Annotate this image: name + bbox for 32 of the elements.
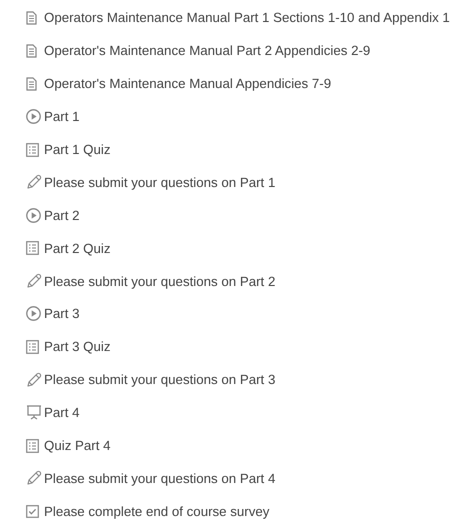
activity-link[interactable]: Part 1 <box>44 109 80 124</box>
activity-link[interactable]: Please submit your questions on Part 3 <box>44 372 276 388</box>
pencil-icon <box>26 470 42 486</box>
activity-link[interactable]: Please submit your questions on Part 2 <box>44 274 276 289</box>
checkbox-icon <box>26 504 39 518</box>
activity-link[interactable]: Please submit your questions on Part 1 <box>44 174 276 190</box>
checklist-icon <box>26 241 39 256</box>
activity-link[interactable]: Operator's Maintenance Manual Part 2 Appendicies 2-9 <box>44 43 370 58</box>
pencil-icon <box>26 273 42 290</box>
activity-link[interactable]: Part 3 Quiz <box>44 339 111 354</box>
pencil-icon <box>26 372 42 388</box>
activity-link[interactable]: Part 1 Quiz <box>44 142 111 157</box>
play-icon <box>26 306 41 322</box>
activity-link[interactable]: Quiz Part 4 <box>44 438 111 454</box>
activity-link[interactable]: Operator's Maintenance Manual Appendicies 7-9 <box>44 76 332 92</box>
checklist-icon <box>26 438 39 453</box>
presentation-icon <box>26 405 42 420</box>
document-icon <box>26 44 37 58</box>
activity-link[interactable]: Please submit your questions on Part 4 <box>44 470 276 486</box>
checklist-icon <box>26 142 39 156</box>
activity-link[interactable]: Part 2 Quiz <box>44 240 111 256</box>
activity-link[interactable]: Part 4 <box>44 405 80 420</box>
activity-link[interactable]: Operators Maintenance Manual Part 1 Sections 1-10 and Appendix 1 <box>44 10 450 26</box>
activity-link[interactable]: Please complete end of course survey <box>44 504 270 519</box>
document-icon <box>26 76 37 91</box>
play-icon <box>26 109 41 124</box>
document-icon <box>26 10 37 25</box>
activity-link[interactable]: Part 2 <box>44 208 80 223</box>
activity-link[interactable]: Part 3 <box>44 306 80 322</box>
play-icon <box>26 208 41 223</box>
pencil-icon <box>26 174 42 190</box>
checklist-icon <box>26 340 39 354</box>
